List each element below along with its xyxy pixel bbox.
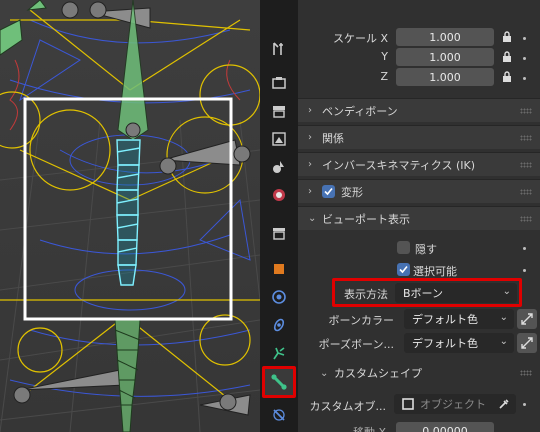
properties-tab-strip (260, 0, 298, 432)
tab-collection[interactable] (265, 220, 293, 246)
translation-x-field[interactable]: 0.00000 (396, 422, 494, 432)
checkmark-icon (324, 187, 333, 196)
copy-pose-color-button[interactable] (517, 333, 537, 353)
chevron-down-icon: ⌄ (502, 286, 511, 297)
animate-dot[interactable] (523, 77, 526, 80)
armature-icon (273, 347, 285, 360)
drag-handle[interactable] (520, 108, 532, 114)
animate-dot[interactable] (523, 247, 526, 250)
section-relations[interactable]: › 関係 (298, 125, 540, 149)
tool-icon (273, 42, 283, 55)
scale-x-label: スケール X (332, 32, 388, 45)
scale-y-field[interactable]: 1.000 (396, 48, 494, 66)
bone-constraint-icon (273, 409, 285, 421)
drag-handle[interactable] (520, 370, 532, 376)
hide-checkbox[interactable] (397, 241, 410, 254)
view-layer-icon (272, 132, 286, 146)
chevron-right-icon: › (308, 186, 312, 197)
scale-y-label: Y (381, 50, 388, 63)
chevron-right-icon: › (308, 132, 312, 143)
drag-handle[interactable] (520, 189, 532, 195)
world-icon (273, 189, 285, 201)
display-as-label: 表示方法 (344, 288, 388, 301)
hide-label: 隠す (415, 243, 437, 256)
constraint-icon (273, 318, 285, 332)
scale-z-label: Z (380, 70, 388, 83)
section-title: ベンディボーン (322, 104, 398, 118)
deform-checkbox[interactable] (322, 185, 335, 198)
tab-bone-constraints[interactable] (265, 402, 293, 428)
scale-z-field[interactable]: 1.000 (396, 68, 494, 86)
section-title: 関係 (322, 131, 344, 145)
object-icon (274, 264, 284, 274)
section-title: ビューポート表示 (322, 212, 410, 226)
display-as-value: Bボーン (403, 287, 443, 300)
section-bendy-bones[interactable]: › ベンディボーン (298, 98, 540, 122)
display-as-dropdown[interactable]: Bボーン ⌄ (395, 283, 517, 303)
subsection-title: カスタムシェイプ (334, 367, 422, 380)
chevron-right-icon: › (308, 159, 312, 170)
scene-icon (273, 161, 284, 173)
bone-color-dropdown[interactable]: デフォルト色 ⌄ (404, 309, 514, 329)
lock-icon[interactable] (502, 51, 512, 63)
section-title: 変形 (341, 185, 363, 199)
subsection-custom-shape[interactable]: ⌄ カスタムシェイプ (298, 361, 540, 385)
animate-dot[interactable] (523, 403, 526, 406)
section-deform[interactable]: › 変形 (298, 179, 540, 203)
swap-icon (521, 337, 533, 349)
physics-icon (272, 290, 286, 304)
drag-handle[interactable] (520, 135, 532, 141)
tab-world[interactable] (265, 182, 293, 208)
tab-render[interactable] (265, 70, 293, 96)
tab-modifiers[interactable] (265, 284, 293, 310)
pose-bone-color-value: デフォルト色 (412, 337, 478, 350)
animate-dot[interactable] (523, 269, 526, 272)
chevron-right-icon: › (308, 105, 312, 116)
lock-icon[interactable] (502, 71, 512, 83)
bone-color-label: ボーンカラー (328, 314, 394, 327)
chevron-down-icon: ⌄ (499, 312, 508, 323)
collection-icon (273, 228, 285, 240)
tab-armature[interactable] (265, 340, 293, 366)
tab-scene[interactable] (265, 154, 293, 180)
bone-color-value: デフォルト色 (412, 313, 478, 326)
section-viewport-display[interactable]: ⌄ ビューポート表示 (298, 206, 540, 230)
selectable-label: 選択可能 (413, 265, 457, 278)
lock-icon[interactable] (502, 31, 512, 43)
section-title: インバースキネマティクス (IK) (322, 158, 475, 172)
animate-dot[interactable] (523, 37, 526, 40)
pose-bone-color-label: ポーズボーン... (318, 338, 394, 351)
chevron-down-icon: ⌄ (308, 213, 317, 224)
tab-view-layer[interactable] (265, 126, 293, 152)
pose-bone-color-dropdown[interactable]: デフォルト色 ⌄ (404, 333, 514, 353)
tab-output[interactable] (265, 98, 293, 124)
custom-object-field[interactable]: オブジェクト (394, 394, 516, 414)
translation-x-label: 移動 X (300, 424, 386, 432)
bone-icon (271, 374, 287, 390)
animate-dot[interactable] (523, 57, 526, 60)
scale-x-field[interactable]: 1.000 (396, 28, 494, 46)
custom-object-placeholder: オブジェクト (420, 398, 486, 411)
tab-tool[interactable] (265, 36, 293, 62)
drag-handle[interactable] (520, 162, 532, 168)
tab-bone[interactable] (262, 366, 296, 398)
chevron-down-icon: ⌄ (499, 336, 508, 347)
output-icon (273, 106, 285, 118)
tab-object[interactable] (265, 256, 293, 282)
swap-icon (521, 313, 533, 325)
viewport-scene (0, 0, 260, 432)
object-box-icon (402, 398, 414, 410)
chevron-down-icon: ⌄ (320, 367, 329, 379)
section-inverse-kinematics[interactable]: › インバースキネマティクス (IK) (298, 152, 540, 176)
selectable-checkbox[interactable] (397, 263, 410, 276)
checkmark-icon (399, 265, 408, 274)
eyedropper-icon[interactable] (498, 398, 510, 410)
render-icon (272, 77, 286, 89)
tab-constraints[interactable] (265, 312, 293, 338)
copy-color-button[interactable] (517, 309, 537, 329)
custom-object-label: カスタムオブ... (309, 400, 387, 413)
3d-viewport[interactable] (0, 0, 260, 432)
drag-handle[interactable] (520, 216, 532, 222)
